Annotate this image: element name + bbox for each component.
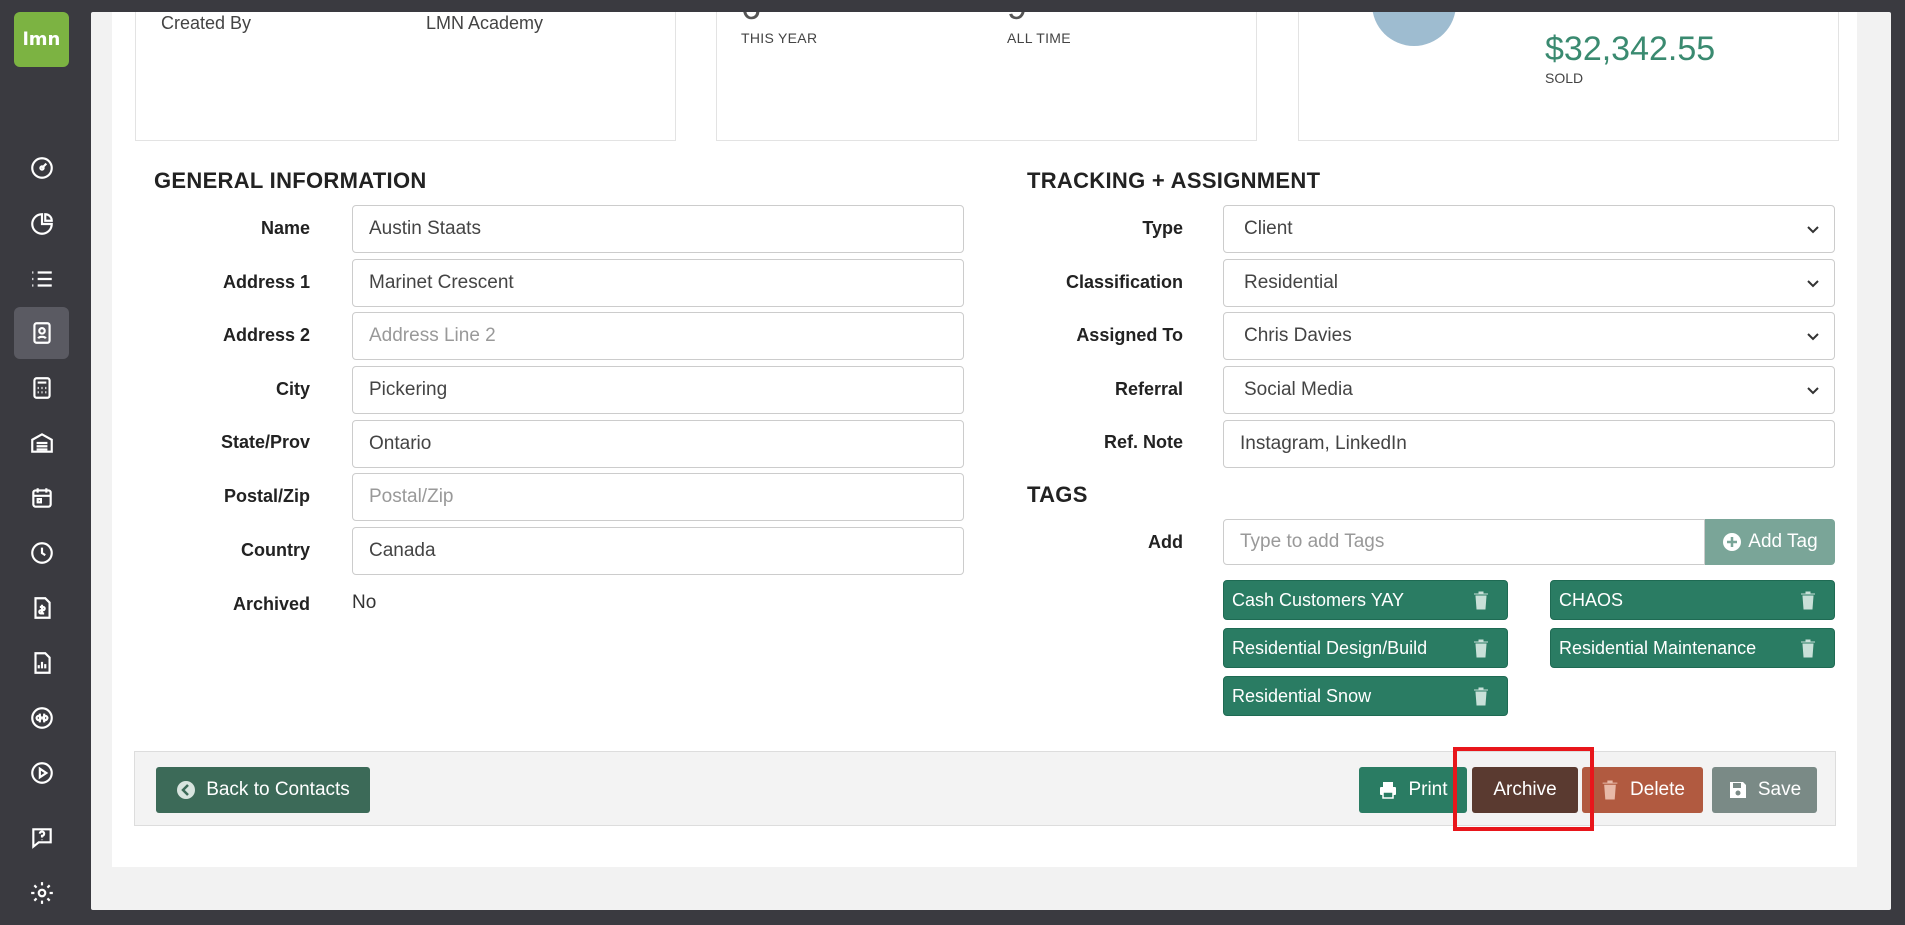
name-input[interactable]: Austin Staats	[352, 205, 964, 253]
tags-title: TAGS	[1027, 482, 1088, 507]
created-by-label: Created By	[161, 13, 252, 33]
trash-icon[interactable]	[1473, 591, 1489, 610]
assigned-label: Assigned To	[1076, 325, 1183, 345]
general-info-title: GENERAL INFORMATION	[154, 168, 427, 193]
trash-icon[interactable]	[1800, 591, 1816, 610]
pie-chart-icon[interactable]	[14, 198, 69, 250]
tag-label: CHAOS	[1559, 589, 1624, 610]
calendar-icon[interactable]	[14, 472, 69, 524]
print-label: Print	[1408, 779, 1448, 800]
gear-icon[interactable]	[14, 867, 69, 919]
help-icon[interactable]	[14, 812, 69, 864]
save-disk-icon	[1729, 782, 1746, 798]
tag-item: Cash Customers YAY	[1223, 580, 1508, 620]
state-input[interactable]: Ontario	[352, 420, 964, 468]
trash-icon[interactable]	[1800, 639, 1816, 658]
tag-item: Residential Design/Build	[1223, 628, 1508, 668]
address2-input[interactable]: Address Line 2	[352, 312, 964, 360]
address1-label: Address 1	[222, 272, 310, 292]
tag-label: Cash Customers YAY	[1232, 589, 1405, 610]
name-label: Name	[260, 218, 310, 238]
classification-select[interactable]: Residential	[1223, 259, 1835, 307]
print-button[interactable]: Print	[1359, 767, 1467, 813]
warehouse-icon[interactable]	[14, 417, 69, 469]
referral-value: Social Media	[1244, 379, 1353, 400]
tracking-title: TRACKING + ASSIGNMENT	[1027, 168, 1321, 193]
sales-card: $32,342.55 SOLD	[1298, 12, 1839, 141]
add-tag-label-text: Add Tag	[1748, 531, 1818, 552]
contacts-icon[interactable]	[14, 307, 69, 359]
country-input[interactable]: Canada	[352, 527, 964, 575]
trash-icon	[1602, 780, 1618, 800]
chevron-down-icon	[1807, 226, 1819, 234]
tag-item: CHAOS	[1550, 580, 1835, 620]
lmn-logo[interactable]: lmn	[14, 12, 69, 67]
trash-icon[interactable]	[1473, 687, 1489, 706]
tag-input[interactable]: Type to add Tags	[1223, 519, 1705, 565]
postal-label: Postal/Zip	[223, 486, 310, 506]
logo-text: lmn	[22, 29, 61, 50]
save-button[interactable]: Save	[1712, 767, 1817, 813]
clock-icon[interactable]	[14, 527, 69, 579]
assigned-select[interactable]: Chris Davies	[1223, 312, 1835, 360]
delete-button[interactable]: Delete	[1582, 767, 1703, 813]
type-value: Client	[1244, 218, 1293, 239]
quickbooks-icon[interactable]	[14, 692, 69, 744]
type-label: Type	[1142, 218, 1183, 238]
tag-item: Residential Maintenance	[1550, 628, 1835, 668]
all-time-label: ALL TIME	[1007, 30, 1071, 46]
calculator-icon[interactable]	[14, 362, 69, 414]
chevron-down-icon	[1807, 280, 1819, 288]
back-label: Back to Contacts	[206, 779, 350, 800]
refnote-label: Ref. Note	[1103, 432, 1183, 452]
chevron-down-icon	[1807, 333, 1819, 341]
tag-item: Residential Snow	[1223, 676, 1508, 716]
back-to-contacts-button[interactable]: Back to Contacts	[156, 767, 370, 813]
add-tag-button[interactable]: Add Tag	[1705, 519, 1835, 565]
country-label: Country	[241, 540, 310, 560]
assigned-value: Chris Davies	[1244, 325, 1352, 346]
sidebar: lmn	[0, 0, 83, 925]
archived-label: Archived	[232, 594, 310, 614]
chevron-down-icon	[1807, 387, 1819, 395]
report-icon[interactable]	[14, 637, 69, 689]
list-icon[interactable]	[14, 253, 69, 305]
created-by-value: LMN Academy	[426, 13, 544, 33]
city-label: City	[275, 379, 310, 399]
sold-label: SOLD	[1545, 70, 1584, 86]
dashboard-icon[interactable]	[14, 142, 69, 194]
tag-label: Residential Maintenance	[1559, 637, 1757, 658]
trash-icon[interactable]	[1473, 639, 1489, 658]
plus-circle-icon	[1723, 533, 1742, 551]
all-time-count: 9	[1007, 12, 1027, 28]
chevron-left-circle-icon	[177, 781, 196, 799]
type-select[interactable]: Client	[1223, 205, 1835, 253]
add-tag-label: Add	[1148, 532, 1183, 552]
this-year-count: 6	[741, 12, 761, 28]
tag-label: Residential Snow	[1232, 685, 1372, 706]
tag-label: Residential Design/Build	[1232, 637, 1428, 658]
play-icon[interactable]	[14, 747, 69, 799]
postal-input[interactable]: Postal/Zip	[352, 473, 964, 521]
invoice-icon[interactable]	[14, 582, 69, 634]
this-year-label: THIS YEAR	[741, 30, 818, 46]
refnote-input[interactable]: Instagram, LinkedIn	[1223, 420, 1835, 468]
referral-select[interactable]: Social Media	[1223, 366, 1835, 414]
address1-input[interactable]: Marinet Crescent	[352, 259, 964, 307]
info-card: Created By LMN Academy	[135, 12, 676, 141]
sold-amount: $32,342.55	[1545, 30, 1716, 68]
city-input[interactable]: Pickering	[352, 366, 964, 414]
address2-label: Address 2	[222, 325, 310, 345]
printer-icon	[1380, 782, 1397, 799]
referral-label: Referral	[1114, 379, 1183, 399]
pie-chart	[1372, 12, 1456, 46]
classification-value: Residential	[1244, 272, 1338, 293]
state-label: State/Prov	[220, 432, 310, 452]
delete-label: Delete	[1630, 779, 1685, 800]
save-label: Save	[1757, 779, 1802, 800]
count-card: 6 THIS YEAR 9 ALL TIME	[716, 12, 1257, 141]
classification-label: Classification	[1065, 272, 1183, 292]
archived-value: No	[352, 592, 377, 613]
archive-highlight	[1453, 747, 1594, 831]
